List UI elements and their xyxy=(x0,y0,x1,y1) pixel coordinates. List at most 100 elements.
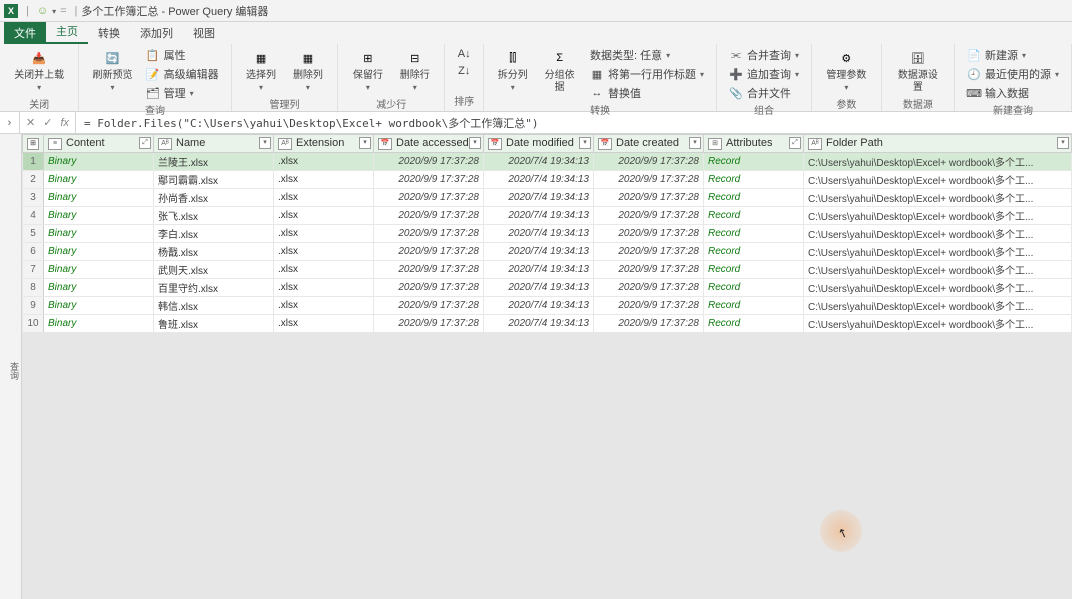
cell-name[interactable]: 李白.xlsx xyxy=(154,225,274,243)
column-header-date-modified[interactable]: 📅Date modified▾ xyxy=(484,135,594,153)
column-header-folder-path[interactable]: AᴮFolder Path▾ xyxy=(804,135,1072,153)
table-corner-button[interactable]: ⊞ xyxy=(23,135,44,153)
cell-date-modified[interactable]: 2020/7/4 19:34:13 xyxy=(484,243,594,261)
first-row-header-button[interactable]: ▦将第一行用作标题 xyxy=(586,65,708,83)
new-source-button[interactable]: 📄新建源 xyxy=(963,46,1063,64)
cell-extension[interactable]: .xlsx xyxy=(274,207,374,225)
table-row[interactable]: 10Binary鲁班.xlsx.xlsx2020/9/9 17:37:28202… xyxy=(23,315,1072,333)
cell-name[interactable]: 孙尚香.xlsx xyxy=(154,189,274,207)
tab-view[interactable]: 视图 xyxy=(183,22,225,44)
filter-btn[interactable]: ▾ xyxy=(259,137,271,149)
cell-folder-path[interactable]: C:\Users\yahui\Desktop\Excel+ wordbook\多… xyxy=(804,243,1072,261)
row-number[interactable]: 2 xyxy=(23,171,44,189)
record-type-icon[interactable]: ⊞ xyxy=(708,138,722,150)
cell-content[interactable]: Binary xyxy=(44,225,154,243)
cell-folder-path[interactable]: C:\Users\yahui\Desktop\Excel+ wordbook\多… xyxy=(804,171,1072,189)
filter-btn[interactable]: ▾ xyxy=(1057,137,1069,149)
cell-folder-path[interactable]: C:\Users\yahui\Desktop\Excel+ wordbook\多… xyxy=(804,261,1072,279)
queries-collapsed-rail[interactable]: 查询 xyxy=(0,134,22,599)
cell-content[interactable]: Binary xyxy=(44,207,154,225)
datetime-type-icon[interactable]: 📅 xyxy=(598,138,612,150)
properties-button[interactable]: 📋属性 xyxy=(142,46,223,64)
cell-extension[interactable]: .xlsx xyxy=(274,315,374,333)
cell-date-modified[interactable]: 2020/7/4 19:34:13 xyxy=(484,225,594,243)
column-header-name[interactable]: AᴮName▾ xyxy=(154,135,274,153)
row-number[interactable]: 6 xyxy=(23,243,44,261)
cell-name[interactable]: 杨戬.xlsx xyxy=(154,243,274,261)
cell-content[interactable]: Binary xyxy=(44,189,154,207)
cell-folder-path[interactable]: C:\Users\yahui\Desktop\Excel+ wordbook\多… xyxy=(804,189,1072,207)
cell-date-created[interactable]: 2020/9/9 17:37:28 xyxy=(594,279,704,297)
split-column-button[interactable]: ⫿⫿ 拆分列 xyxy=(492,46,533,96)
table-row[interactable]: 8Binary百里守约.xlsx.xlsx2020/9/9 17:37:2820… xyxy=(23,279,1072,297)
filter-btn[interactable]: ▾ xyxy=(469,137,481,149)
cell-folder-path[interactable]: C:\Users\yahui\Desktop\Excel+ wordbook\多… xyxy=(804,315,1072,333)
replace-values-button[interactable]: ↔替换值 xyxy=(586,84,708,102)
cell-date-modified[interactable]: 2020/7/4 19:34:13 xyxy=(484,261,594,279)
manage-parameters-button[interactable]: ⚙ 管理参数 xyxy=(820,46,873,96)
table-row[interactable]: 9Binary韩信.xlsx.xlsx2020/9/9 17:37:282020… xyxy=(23,297,1072,315)
cell-name[interactable]: 鄢司霸霸.xlsx xyxy=(154,171,274,189)
cell-extension[interactable]: .xlsx xyxy=(274,171,374,189)
cell-attributes[interactable]: Record xyxy=(704,261,804,279)
table-row[interactable]: 3Binary孙尚香.xlsx.xlsx2020/9/9 17:37:28202… xyxy=(23,189,1072,207)
cancel-formula-button[interactable]: ✕ xyxy=(26,116,35,129)
sort-asc-button[interactable]: A↓ xyxy=(453,46,475,62)
cell-date-accessed[interactable]: 2020/9/9 17:37:28 xyxy=(374,297,484,315)
cell-date-created[interactable]: 2020/9/9 17:37:28 xyxy=(594,207,704,225)
cell-attributes[interactable]: Record xyxy=(704,279,804,297)
cell-content[interactable]: Binary xyxy=(44,153,154,171)
text-type-icon[interactable]: Aᴮ xyxy=(808,138,822,150)
table-row[interactable]: 6Binary杨戬.xlsx.xlsx2020/9/9 17:37:282020… xyxy=(23,243,1072,261)
column-header-attributes[interactable]: ⊞Attributes⤢ xyxy=(704,135,804,153)
cell-name[interactable]: 百里守约.xlsx xyxy=(154,279,274,297)
cell-extension[interactable]: .xlsx xyxy=(274,279,374,297)
expand-btn[interactable]: ⤢ xyxy=(789,137,801,149)
row-number[interactable]: 10 xyxy=(23,315,44,333)
cell-extension[interactable]: .xlsx xyxy=(274,243,374,261)
datetime-type-icon[interactable]: 📅 xyxy=(378,138,392,150)
tab-add-column[interactable]: 添加列 xyxy=(130,22,183,44)
advanced-editor-button[interactable]: 📝高级编辑器 xyxy=(142,65,223,83)
remove-columns-button[interactable]: ▦ 删除列 xyxy=(286,46,329,96)
cell-date-created[interactable]: 2020/9/9 17:37:28 xyxy=(594,189,704,207)
row-number[interactable]: 7 xyxy=(23,261,44,279)
cell-attributes[interactable]: Record xyxy=(704,171,804,189)
queries-pane-toggle[interactable]: › xyxy=(0,112,20,133)
cell-date-created[interactable]: 2020/9/9 17:37:28 xyxy=(594,153,704,171)
cell-content[interactable]: Binary xyxy=(44,243,154,261)
cell-attributes[interactable]: Record xyxy=(704,243,804,261)
cell-date-modified[interactable]: 2020/7/4 19:34:13 xyxy=(484,153,594,171)
cell-name[interactable]: 兰陵王.xlsx xyxy=(154,153,274,171)
recent-sources-button[interactable]: 🕘最近使用的源 xyxy=(963,65,1063,83)
sort-desc-button[interactable]: Z↓ xyxy=(453,63,475,79)
text-type-icon[interactable]: Aᴮ xyxy=(158,138,172,150)
tab-home[interactable]: 主页 xyxy=(46,20,88,44)
tab-file[interactable]: 文件 xyxy=(4,22,46,44)
cell-date-created[interactable]: 2020/9/9 17:37:28 xyxy=(594,225,704,243)
cell-attributes[interactable]: Record xyxy=(704,189,804,207)
cell-content[interactable]: Binary xyxy=(44,171,154,189)
datetime-type-icon[interactable]: 📅 xyxy=(488,138,502,150)
cell-extension[interactable]: .xlsx xyxy=(274,153,374,171)
cell-extension[interactable]: .xlsx xyxy=(274,297,374,315)
cell-date-modified[interactable]: 2020/7/4 19:34:13 xyxy=(484,171,594,189)
cell-folder-path[interactable]: C:\Users\yahui\Desktop\Excel+ wordbook\多… xyxy=(804,279,1072,297)
cell-date-modified[interactable]: 2020/7/4 19:34:13 xyxy=(484,297,594,315)
cell-name[interactable]: 张飞.xlsx xyxy=(154,207,274,225)
column-header-date-accessed[interactable]: 📅Date accessed▾ xyxy=(374,135,484,153)
cell-content[interactable]: Binary xyxy=(44,315,154,333)
confirm-formula-button[interactable]: ✓ xyxy=(43,116,52,129)
column-header-extension[interactable]: AᴮExtension▾ xyxy=(274,135,374,153)
filter-btn[interactable]: ▾ xyxy=(689,137,701,149)
close-and-load-button[interactable]: 📥 关闭并上载 xyxy=(8,46,70,96)
cell-date-accessed[interactable]: 2020/9/9 17:37:28 xyxy=(374,225,484,243)
table-row[interactable]: 2Binary鄢司霸霸.xlsx.xlsx2020/9/9 17:37:2820… xyxy=(23,171,1072,189)
column-header-content[interactable]: ≡Content⤢ xyxy=(44,135,154,153)
expand-btn[interactable]: ⤢ xyxy=(139,137,151,149)
column-header-date-created[interactable]: 📅Date created▾ xyxy=(594,135,704,153)
row-number[interactable]: 4 xyxy=(23,207,44,225)
keep-rows-button[interactable]: ⊞ 保留行 xyxy=(346,46,389,96)
cell-extension[interactable]: .xlsx xyxy=(274,225,374,243)
cell-content[interactable]: Binary xyxy=(44,297,154,315)
